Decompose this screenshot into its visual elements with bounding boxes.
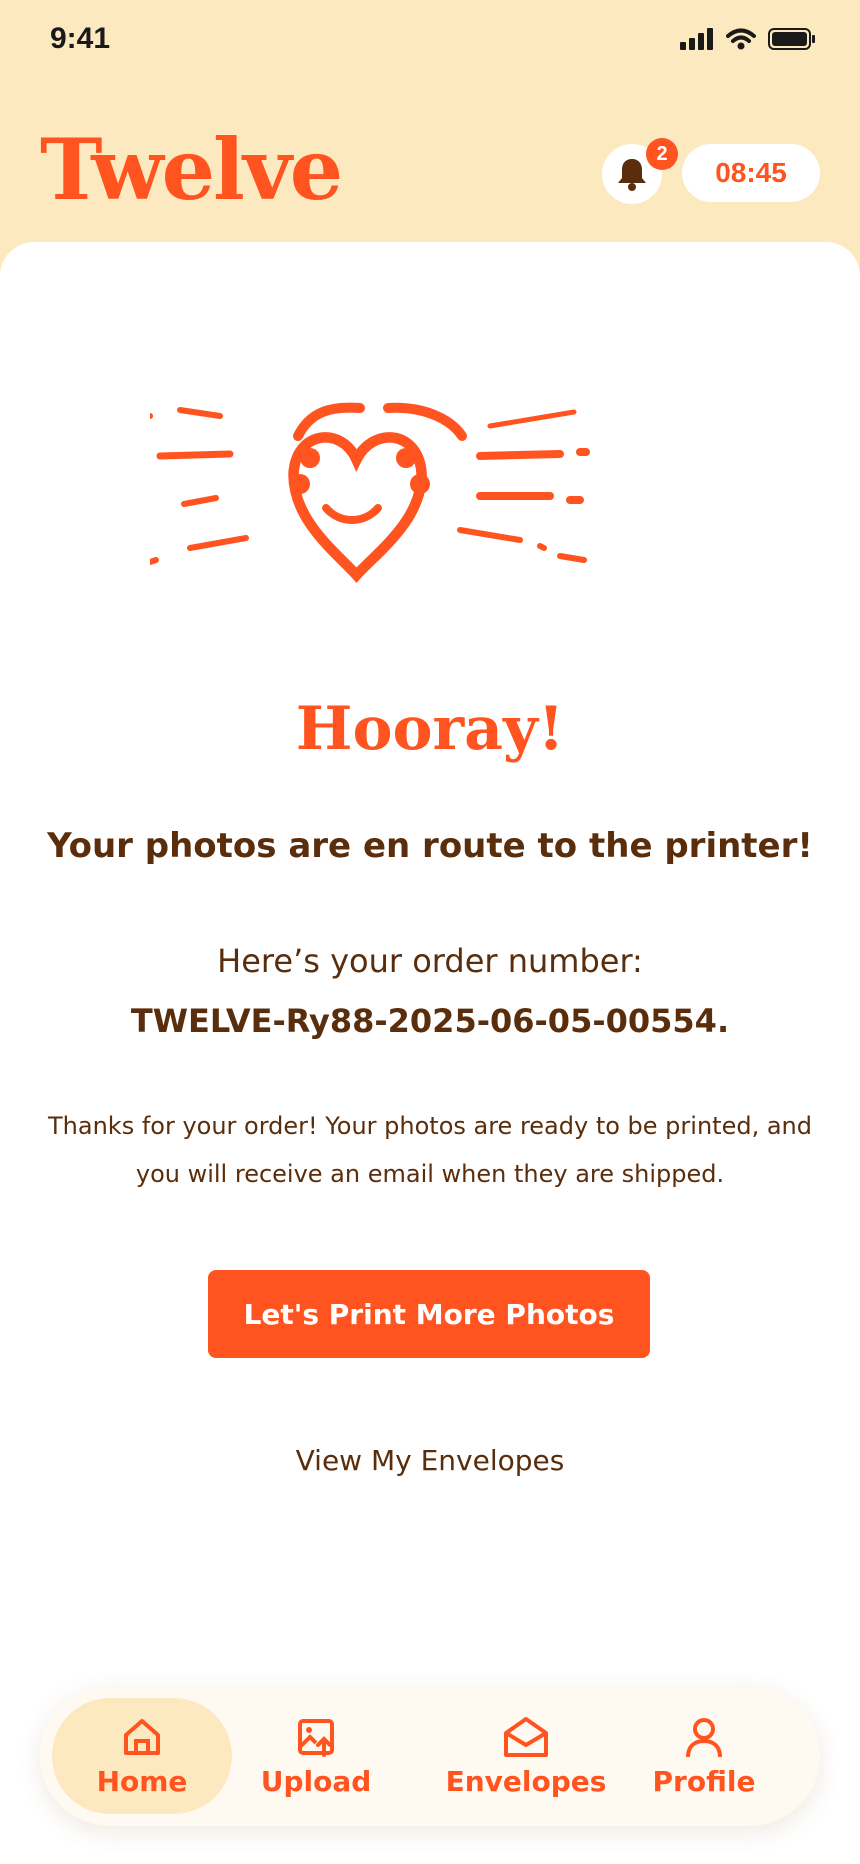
app-logo: Twelve: [40, 120, 343, 219]
person-icon: [686, 1717, 722, 1757]
wifi-icon: [726, 28, 756, 50]
timer-badge: 08:45: [682, 144, 820, 202]
upload-image-icon: [298, 1718, 334, 1757]
notifications-button[interactable]: 2: [602, 138, 678, 204]
tab-label: Home: [96, 1764, 188, 1798]
confirmation-card: Hooray! Your photos are en route to the …: [0, 242, 860, 1864]
status-bar: 9:41: [0, 0, 860, 90]
battery-icon: [768, 28, 815, 50]
tab-profile[interactable]: Profile: [624, 1698, 784, 1814]
status-icons: [680, 28, 816, 50]
bell-icon: [618, 159, 646, 191]
order-number: TWELVE-Ry88-2025-06-05-00554.: [130, 1002, 730, 1040]
tab-label: Upload: [260, 1764, 372, 1798]
envelope-icon: [504, 1716, 548, 1757]
app-header: Twelve 2 08:45: [0, 90, 860, 250]
tab-upload[interactable]: Upload: [236, 1698, 396, 1814]
notification-count-badge: 2: [646, 138, 678, 170]
tab-envelopes[interactable]: Envelopes: [446, 1698, 606, 1814]
tab-label: Envelopes: [445, 1764, 607, 1798]
status-time: 9:41: [50, 22, 111, 55]
bottom-tab-bar: Home Upload Envelopes Profile: [40, 1686, 820, 1826]
success-subtitle: Your photos are en route to the printer!: [47, 826, 813, 866]
success-title: Hooray!: [295, 694, 565, 764]
view-envelopes-link[interactable]: View My Envelopes: [0, 1444, 860, 1477]
order-number-label: Here’s your order number:: [217, 942, 643, 980]
tab-home[interactable]: Home: [52, 1698, 232, 1814]
print-more-photos-button[interactable]: Let's Print More Photos: [208, 1270, 650, 1358]
happy-heart-illustration: [150, 402, 590, 583]
home-icon: [124, 1718, 160, 1755]
tab-label: Profile: [652, 1764, 756, 1798]
thank-you-message: Thanks for your order! Your photos are r…: [48, 1112, 812, 1188]
signal-icon: [680, 28, 713, 50]
